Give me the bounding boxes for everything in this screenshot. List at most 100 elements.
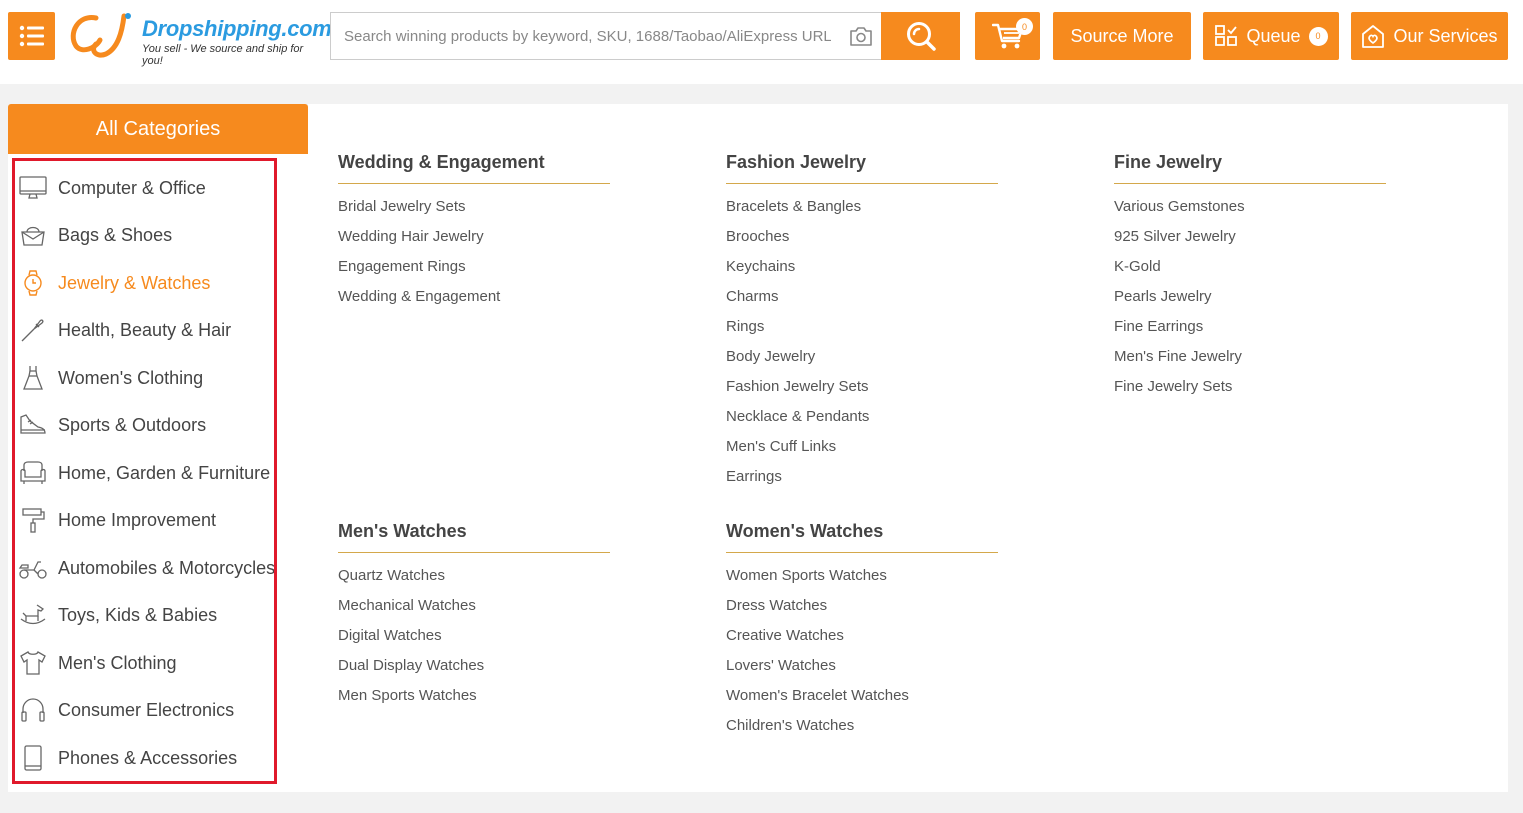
services-house-icon: [1362, 25, 1385, 48]
sidebar-item-label: Sports & Outdoors: [58, 414, 207, 435]
sneaker-icon: [20, 414, 46, 434]
source-more-label: Source More: [1070, 25, 1174, 46]
group-fine-jewelry: Fine Jewelry Various Gemstones 925 Silve…: [1114, 142, 1386, 402]
menu-button[interactable]: [8, 12, 55, 60]
camera-icon[interactable]: [849, 25, 873, 47]
all-categories-title: All Categories: [95, 117, 221, 140]
tshirt-icon: [20, 651, 46, 675]
our-services-button[interactable]: Our Services: [1351, 12, 1508, 60]
group-title[interactable]: Women's Watches: [726, 521, 883, 542]
sidebar-item-consumer-electronics[interactable]: Consumer Electronics: [18, 693, 273, 727]
search-icon: [906, 22, 936, 51]
subcategory-link[interactable]: Brooches: [726, 222, 998, 252]
queue-button[interactable]: Queue 0: [1203, 12, 1339, 60]
subcategory-link[interactable]: Body Jewelry: [726, 342, 998, 372]
sidebar-item-phones-accessories[interactable]: Phones & Accessories: [18, 741, 273, 775]
top-header: Dropshipping.com You sell - We source an…: [0, 0, 1523, 84]
subcategory-link[interactable]: Bridal Jewelry Sets: [338, 192, 610, 222]
sofa-icon: [20, 461, 46, 484]
source-more-button[interactable]: Source More: [1053, 12, 1191, 60]
logo-name: Dropshipping.com: [142, 16, 332, 41]
subcategory-link[interactable]: Charms: [726, 282, 998, 312]
monitor-icon: [19, 176, 47, 199]
subcategory-link[interactable]: Pearls Jewelry: [1114, 282, 1386, 312]
group-title[interactable]: Wedding & Engagement: [338, 152, 545, 173]
sidebar-item-label: Home Improvement: [58, 509, 217, 530]
sidebar-item-label: Jewelry & Watches: [58, 272, 211, 293]
scooter-icon: [18, 561, 47, 579]
queue-icon: [1215, 25, 1238, 46]
sidebar-item-label: Automobiles & Motorcycles: [58, 557, 276, 578]
cart-button[interactable]: 0: [975, 12, 1040, 60]
subcategory-link[interactable]: Women Sports Watches: [726, 561, 998, 591]
subcategory-link[interactable]: Men Sports Watches: [338, 681, 610, 711]
sidebar-item-home-improvement[interactable]: Home Improvement: [18, 503, 273, 537]
subcategory-link[interactable]: Necklace & Pendants: [726, 402, 998, 432]
search-button[interactable]: [881, 12, 960, 60]
watch-icon: [24, 270, 42, 296]
subcategory-link[interactable]: Dress Watches: [726, 591, 998, 621]
subcategory-link[interactable]: Earrings: [726, 462, 998, 492]
sidebar-item-automobiles-motorcycles[interactable]: Automobiles & Motorcycles: [18, 551, 276, 585]
sidebar-item-label: Women's Clothing: [58, 367, 204, 388]
group-wedding-engagement: Wedding & Engagement Bridal Jewelry Sets…: [338, 142, 610, 312]
subcategory-link[interactable]: Mechanical Watches: [338, 591, 610, 621]
subcategory-link[interactable]: Children's Watches: [726, 711, 998, 741]
sidebar-item-home-garden-furniture[interactable]: Home, Garden & Furniture: [18, 456, 273, 490]
group-mens-watches: Men's Watches Quartz Watches Mechanical …: [338, 511, 610, 711]
subcategory-link[interactable]: 925 Silver Jewelry: [1114, 222, 1386, 252]
cj-logo-icon: [70, 13, 131, 58]
sidebar-item-label: Health, Beauty & Hair: [58, 319, 232, 340]
queue-count-badge: 0: [1308, 26, 1328, 46]
search-box: [330, 12, 881, 60]
subcategory-link[interactable]: Keychains: [726, 252, 998, 282]
subcategory-link[interactable]: Fine Earrings: [1114, 312, 1386, 342]
subcategory-link[interactable]: Men's Cuff Links: [726, 432, 998, 462]
subcategory-link[interactable]: Quartz Watches: [338, 561, 610, 591]
group-title[interactable]: Fine Jewelry: [1114, 152, 1222, 173]
sidebar-item-sports-outdoors[interactable]: Sports & Outdoors: [18, 408, 273, 442]
sidebar-item-jewelry-watches[interactable]: Jewelry & Watches: [18, 266, 273, 300]
subcategory-link[interactable]: Lovers' Watches: [726, 651, 998, 681]
sidebar-item-womens-clothing[interactable]: Women's Clothing: [18, 361, 273, 395]
subcategory-link[interactable]: Engagement Rings: [338, 252, 610, 282]
sidebar-item-label: Computer & Office: [58, 177, 206, 198]
subcategory-link[interactable]: Creative Watches: [726, 621, 998, 651]
search-input[interactable]: [331, 27, 831, 45]
sidebar-item-label: Bags & Shoes: [58, 224, 173, 245]
sidebar-item-label: Men's Clothing: [58, 652, 177, 673]
paint-roller-icon: [22, 508, 45, 533]
our-services-label: Our Services: [1393, 25, 1498, 46]
rocking-horse-icon: [20, 604, 46, 625]
group-title[interactable]: Fashion Jewelry: [726, 152, 866, 173]
sidebar-item-mens-clothing[interactable]: Men's Clothing: [18, 646, 273, 680]
group-fashion-jewelry: Fashion Jewelry Bracelets & Bangles Broo…: [726, 142, 998, 492]
subcategory-link[interactable]: Bracelets & Bangles: [726, 192, 998, 222]
group-womens-watches: Women's Watches Women Sports Watches Dre…: [726, 511, 998, 741]
subcategory-link[interactable]: Wedding Hair Jewelry: [338, 222, 610, 252]
subcategory-link[interactable]: Rings: [726, 312, 998, 342]
subcategory-link[interactable]: Wedding & Engagement: [338, 282, 610, 312]
subcategory-link[interactable]: Dual Display Watches: [338, 651, 610, 681]
logo-tagline: You sell - We source and ship for you!: [142, 43, 304, 67]
list-menu-icon: [19, 25, 44, 47]
all-categories-header: All Categories: [8, 104, 308, 154]
subcategory-link[interactable]: Fine Jewelry Sets: [1114, 372, 1386, 402]
phone-icon: [24, 745, 42, 771]
sidebar-item-label: Consumer Electronics: [58, 699, 235, 720]
subcategory-link[interactable]: Various Gemstones: [1114, 192, 1386, 222]
sidebar-item-computer-office[interactable]: Computer & Office: [18, 171, 273, 205]
sidebar-item-health-beauty-hair[interactable]: Health, Beauty & Hair: [18, 313, 273, 347]
subcategory-link[interactable]: Digital Watches: [338, 621, 610, 651]
sidebar-item-toys-kids-babies[interactable]: Toys, Kids & Babies: [18, 598, 273, 632]
subcategory-link[interactable]: Fashion Jewelry Sets: [726, 372, 998, 402]
brush-icon: [21, 319, 44, 342]
subcategory-link[interactable]: Women's Bracelet Watches: [726, 681, 998, 711]
group-title[interactable]: Men's Watches: [338, 521, 467, 542]
sidebar-item-bags-shoes[interactable]: Bags & Shoes: [18, 218, 273, 252]
subcategory-link[interactable]: Men's Fine Jewelry: [1114, 342, 1386, 372]
subcategory-link[interactable]: K-Gold: [1114, 252, 1386, 282]
site-logo[interactable]: Dropshipping.com You sell - We source an…: [66, 10, 332, 67]
headphones-icon: [21, 698, 45, 722]
queue-label: Queue: [1246, 25, 1301, 46]
